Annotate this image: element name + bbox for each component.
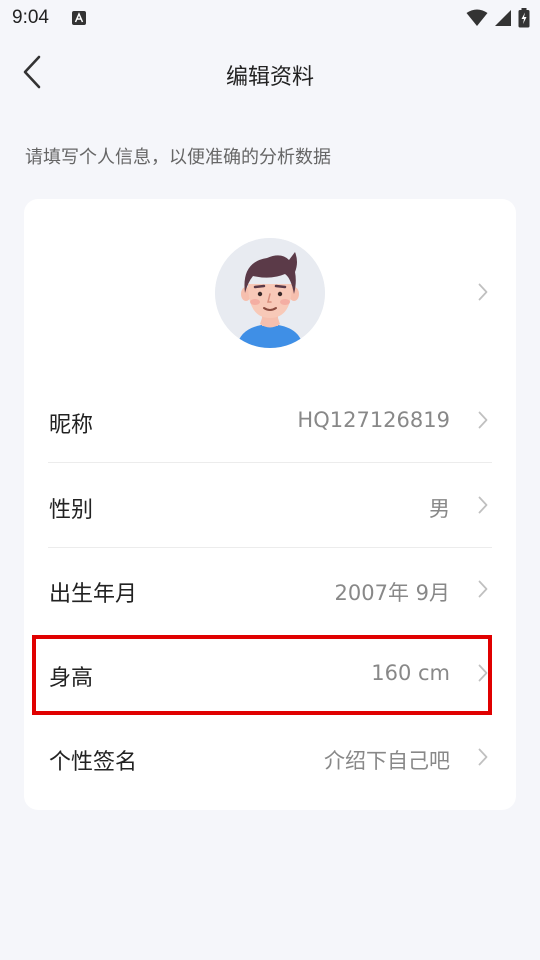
row-label: 个性签名 xyxy=(49,750,138,775)
battery-charging-icon xyxy=(518,8,530,32)
row-label: 性别 xyxy=(49,498,94,523)
row-value: 男 xyxy=(429,497,450,521)
chevron-right-icon xyxy=(478,283,488,305)
row-label: 身高 xyxy=(49,666,94,691)
chevron-right-icon xyxy=(478,411,488,433)
wifi-icon xyxy=(466,9,488,31)
row-value: HQ127126819 xyxy=(297,408,450,432)
a-badge-icon xyxy=(72,10,86,29)
profile-card: 昵称 HQ127126819 性别 男 出生年月 2007年 9月 身高 160… xyxy=(24,199,516,810)
row-label: 昵称 xyxy=(49,413,94,438)
row-label: 出生年月 xyxy=(49,582,138,607)
nickname-row[interactable]: 昵称 HQ127126819 xyxy=(48,379,492,463)
chevron-right-icon xyxy=(478,580,488,602)
hint-text: 请填写个人信息，以便准确的分析数据 xyxy=(25,147,331,168)
row-value: 2007年 9月 xyxy=(334,581,450,605)
avatar xyxy=(215,238,325,348)
avatar-row[interactable] xyxy=(24,199,516,379)
status-icons xyxy=(466,8,530,32)
gender-row[interactable]: 性别 男 xyxy=(48,464,492,548)
status-bar: 9:04 xyxy=(0,0,540,36)
status-time: 9:04 xyxy=(12,7,49,28)
height-row[interactable]: 身高 160 cm xyxy=(48,632,492,716)
row-value: 介绍下自己吧 xyxy=(324,749,450,773)
row-value: 160 cm xyxy=(371,661,450,685)
chevron-right-icon xyxy=(478,748,488,770)
signal-icon xyxy=(494,9,512,31)
page-title: 编辑资料 xyxy=(225,65,314,90)
signature-row[interactable]: 个性签名 介绍下自己吧 xyxy=(48,716,492,800)
nav-bar: 编辑资料 xyxy=(0,46,540,102)
chevron-right-icon xyxy=(478,664,488,686)
birth-date-row[interactable]: 出生年月 2007年 9月 xyxy=(48,548,492,632)
divider xyxy=(48,462,492,463)
cartoon-boy-avatar xyxy=(215,238,325,348)
chevron-right-icon xyxy=(478,496,488,518)
